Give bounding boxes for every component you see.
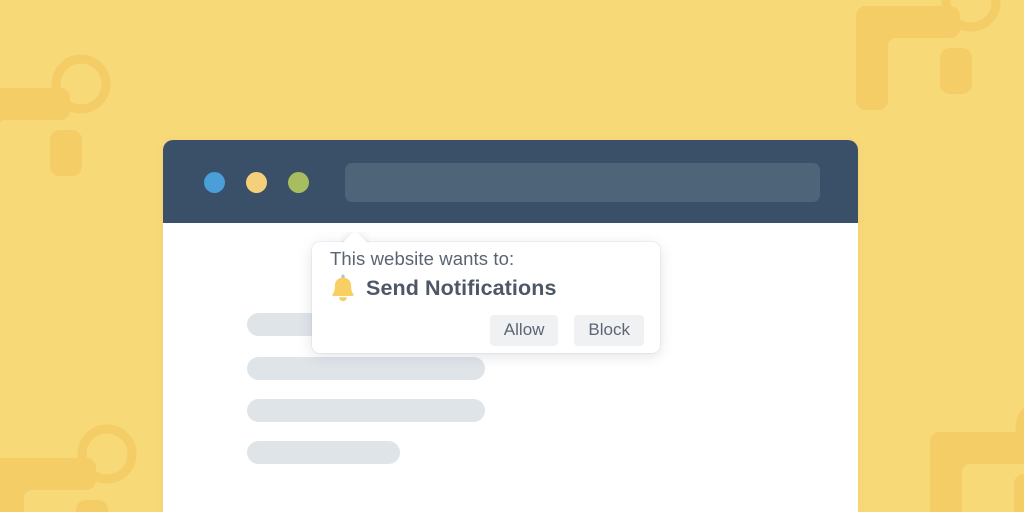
dialog-pointer-notch — [341, 232, 369, 243]
bell-icon — [330, 274, 356, 302]
content-placeholder-bar — [247, 441, 400, 464]
close-dot-icon[interactable] — [204, 172, 225, 193]
watermark-logo-bottom-left — [0, 404, 164, 512]
permission-request-row: Send Notifications — [330, 274, 557, 302]
watermark-logo-top-left — [0, 34, 138, 224]
watermark-logo-bottom-right — [912, 378, 1024, 512]
dialog-title: This website wants to: — [330, 248, 515, 269]
notification-permission-dialog: This website wants to: Send Notification… — [312, 242, 660, 353]
maximize-dot-icon[interactable] — [288, 172, 309, 193]
minimize-dot-icon[interactable] — [246, 172, 267, 193]
browser-chrome-bar — [163, 140, 858, 223]
watermark-logo-top-right — [838, 0, 1024, 142]
content-placeholder-bar — [247, 357, 485, 380]
page-canvas: This website wants to: Send Notification… — [0, 0, 1024, 512]
address-bar-input[interactable] — [345, 163, 820, 202]
block-button[interactable]: Block — [574, 315, 644, 346]
content-placeholder-bar — [247, 399, 485, 422]
allow-button[interactable]: Allow — [489, 315, 559, 346]
window-controls — [204, 172, 309, 193]
dialog-action-buttons: Allow Block — [489, 315, 644, 346]
permission-label: Send Notifications — [366, 275, 557, 300]
